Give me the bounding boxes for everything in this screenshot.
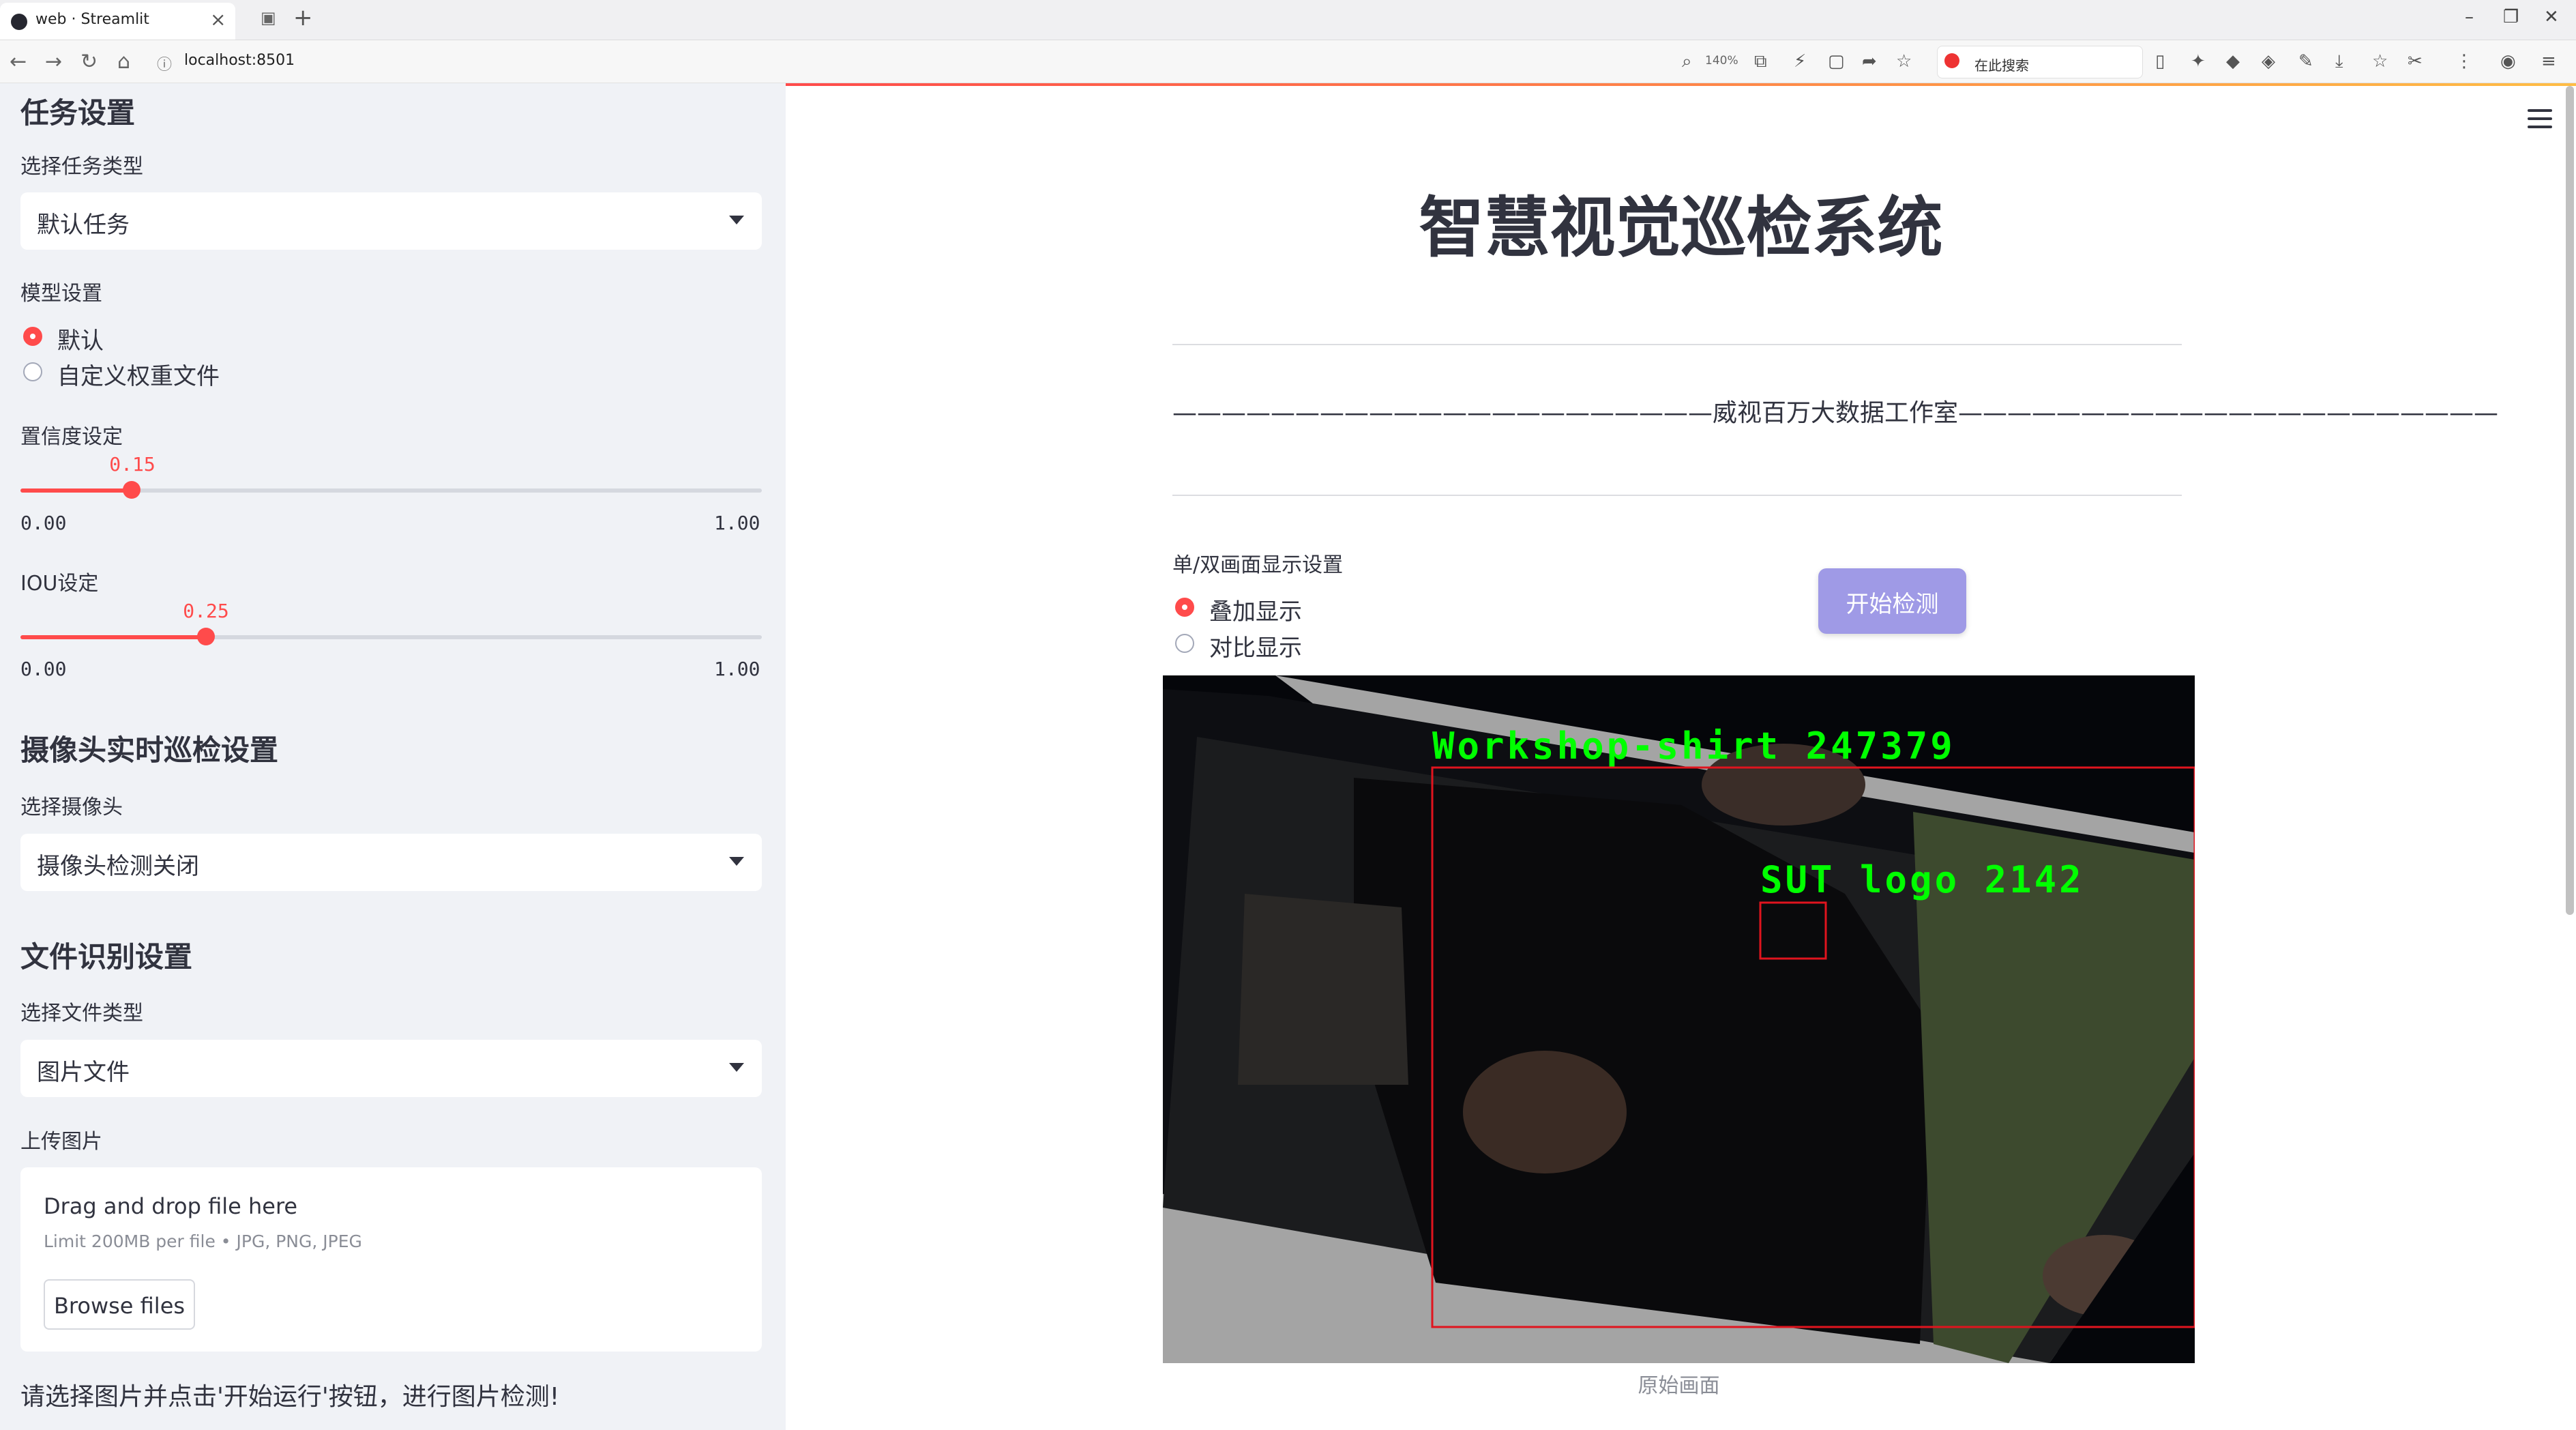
confidence-label: 置信度设定 xyxy=(20,425,123,449)
chevron-down-icon xyxy=(729,216,744,224)
more-vertical-icon[interactable]: ⋮ xyxy=(2455,51,2473,72)
page-title: 智慧视觉巡检系统 xyxy=(1419,190,1943,266)
cut-icon[interactable]: ✂ xyxy=(2408,51,2423,72)
dropzone-limit: Limit 200MB per file • JPG, PNG, JPEG xyxy=(44,1231,362,1251)
hamburger-menu-icon[interactable] xyxy=(2528,109,2552,128)
iou-value: 0.25 xyxy=(183,600,229,622)
extension-icon[interactable]: ✦ xyxy=(2191,51,2206,72)
start-detection-button[interactable]: 开始检测 xyxy=(1818,568,1966,634)
iou-max: 1.00 xyxy=(714,658,760,680)
close-window-icon[interactable]: ✕ xyxy=(2544,7,2559,27)
extension2-icon[interactable]: ◆ xyxy=(2226,51,2240,72)
iou-label: IOU设定 xyxy=(20,572,99,596)
divider xyxy=(1172,495,2182,496)
streamlit-favicon-icon xyxy=(11,14,27,30)
task-type-value: 默认任务 xyxy=(37,211,130,239)
new-tab-icon[interactable]: + xyxy=(293,4,313,31)
display-mode-label: 单/双画面显示设置 xyxy=(1172,553,1344,577)
menu-icon[interactable]: ≡ xyxy=(2541,51,2556,72)
iou-slider-thumb[interactable] xyxy=(197,628,215,645)
file-dropzone[interactable]: Drag and drop file here Limit 200MB per … xyxy=(20,1167,762,1352)
translate-icon[interactable]: ⧉ xyxy=(1754,51,1767,72)
url-text: localhost:8501 xyxy=(184,52,295,69)
radio-checked-icon[interactable] xyxy=(1175,598,1194,617)
task-type-label: 选择任务类型 xyxy=(20,155,143,179)
extension4-icon[interactable]: ✎ xyxy=(2298,51,2313,72)
zoom-level: 140% xyxy=(1705,54,1738,68)
site-info-icon[interactable]: ⓘ xyxy=(157,53,172,74)
camera-section-title: 摄像头实时巡检设置 xyxy=(20,733,279,767)
page-subtitle: ——————————————————————威视百万大数据工作室————————… xyxy=(1172,399,2499,427)
iou-slider-fill xyxy=(20,635,206,639)
browser-tab-strip: web · Streamlit × ▣ + – ❐ ✕ xyxy=(0,0,2576,40)
browser-toolbar: ← → ↻ ⌂ ⓘ localhost:8501 ⌕ 140% ⧉ ⚡ ▢ ➦ … xyxy=(0,40,2576,83)
confidence-max: 1.00 xyxy=(714,512,760,534)
browse-files-label: Browse files xyxy=(53,1293,186,1319)
confidence-slider-thumb[interactable] xyxy=(123,481,140,499)
browser-tab[interactable]: web · Streamlit × xyxy=(0,3,235,40)
camera-label: 选择摄像头 xyxy=(20,796,123,819)
radio-unchecked-icon[interactable] xyxy=(1175,634,1194,653)
dropzone-title: Drag and drop file here xyxy=(44,1193,298,1219)
chevron-down-icon xyxy=(729,857,744,866)
file-type-value: 图片文件 xyxy=(37,1059,130,1086)
download-icon[interactable]: ⤓ xyxy=(2335,51,2343,72)
divider xyxy=(1172,344,2182,345)
camera-select[interactable]: 摄像头检测关闭 xyxy=(20,834,762,891)
confidence-slider[interactable] xyxy=(20,481,762,499)
model-option-label: 默认 xyxy=(57,327,104,355)
iou-min: 0.00 xyxy=(20,658,67,680)
profile-avatar-icon[interactable]: ◉ xyxy=(2500,51,2516,72)
lightning-icon[interactable]: ⚡ xyxy=(1794,51,1806,72)
favorite-icon[interactable]: ☆ xyxy=(1896,51,1912,72)
model-option-label: 自定义权重文件 xyxy=(57,363,220,390)
forward-icon[interactable]: → xyxy=(45,50,62,74)
chevron-down-icon xyxy=(729,1063,744,1072)
bookmark-icon[interactable]: ☆ xyxy=(2372,51,2388,72)
minimize-icon[interactable]: – xyxy=(2465,7,2474,27)
browser-search-box[interactable]: 在此搜索 xyxy=(1937,46,2143,78)
display-option-label: 对比显示 xyxy=(1209,634,1302,662)
task-type-select[interactable]: 默认任务 xyxy=(20,192,762,250)
tab-title: web · Streamlit xyxy=(35,11,149,28)
image-caption: 原始画面 xyxy=(1638,1374,1720,1398)
confidence-slider-fill xyxy=(20,488,132,493)
confidence-min: 0.00 xyxy=(20,512,67,534)
iou-slider[interactable] xyxy=(20,628,762,645)
reload-icon[interactable]: ↻ xyxy=(80,50,98,74)
detection-image: Workshop-shirt 247379 SUT logo 2142 xyxy=(1163,675,2195,1363)
detection-canvas: Workshop-shirt 247379 SUT logo 2142 xyxy=(1163,675,2195,1363)
browse-files-button[interactable]: Browse files xyxy=(44,1279,195,1330)
detection-label-logo: SUT logo 2142 xyxy=(1760,858,2084,901)
file-type-label: 选择文件类型 xyxy=(20,1002,143,1025)
back-icon[interactable]: ← xyxy=(10,50,27,74)
confidence-value: 0.15 xyxy=(109,453,156,476)
header-decoration xyxy=(786,83,2576,86)
detection-label-shirt: Workshop-shirt 247379 xyxy=(1432,725,1955,768)
address-bar[interactable]: ⓘ localhost:8501 xyxy=(151,46,1652,77)
restore-icon[interactable]: ❐ xyxy=(2503,7,2519,27)
file-section-title: 文件识别设置 xyxy=(20,940,193,974)
camera-value: 摄像头检测关闭 xyxy=(37,853,199,880)
radio-unchecked-icon[interactable] xyxy=(23,362,42,381)
home-icon[interactable]: ⌂ xyxy=(117,50,130,74)
upload-label: 上传图片 xyxy=(20,1130,102,1154)
task-section-title: 任务设置 xyxy=(20,96,136,130)
phone-icon[interactable]: ▯ xyxy=(2155,51,2165,72)
close-tab-icon[interactable]: × xyxy=(210,8,226,31)
search-engine-icon xyxy=(1944,53,1959,68)
extension3-icon[interactable]: ◈ xyxy=(2262,51,2275,72)
search-placeholder: 在此搜索 xyxy=(1974,57,2029,74)
file-type-select[interactable]: 图片文件 xyxy=(20,1040,762,1097)
share-icon[interactable]: ➦ xyxy=(1862,51,1877,72)
screenshot-icon[interactable]: ▢ xyxy=(1828,51,1845,72)
display-option-label: 叠加显示 xyxy=(1209,598,1302,626)
tab-groups-icon[interactable]: ▣ xyxy=(261,8,276,27)
zoom-icon[interactable]: ⌕ xyxy=(1682,51,1692,72)
radio-checked-icon[interactable] xyxy=(23,327,42,346)
model-label: 模型设置 xyxy=(20,282,102,306)
start-detection-label: 开始检测 xyxy=(1846,591,1939,618)
sidebar-hint: 请选择图片并点击'开始运行'按钮，进行图片检测! xyxy=(20,1383,560,1411)
